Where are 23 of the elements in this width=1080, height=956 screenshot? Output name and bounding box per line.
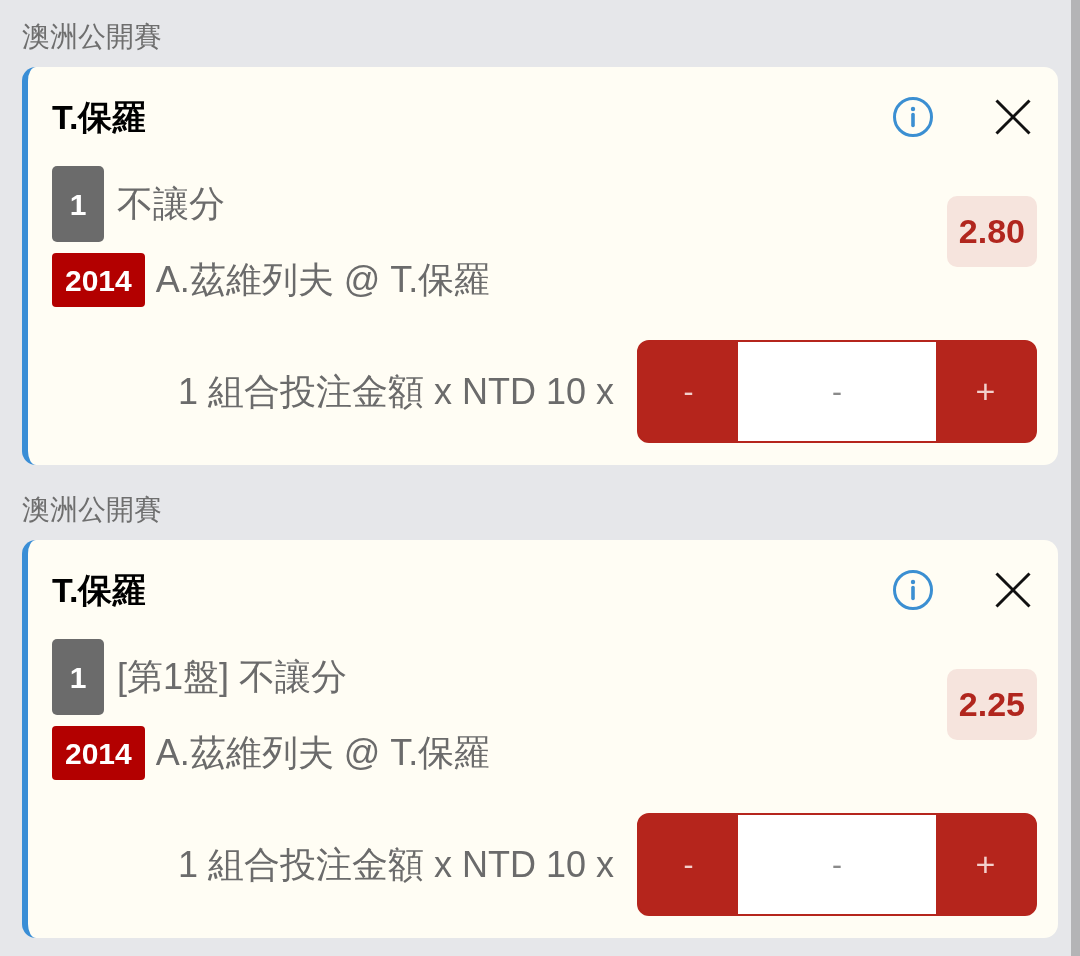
market-name: [第1盤] 不讓分	[117, 655, 348, 699]
match-name: A.茲維列夫 @ T.保羅	[155, 258, 491, 302]
market-name: 不讓分	[117, 182, 225, 226]
info-icon[interactable]	[893, 97, 933, 137]
selection-title: T.保羅	[52, 97, 148, 137]
odds-value: 2.25	[946, 669, 1037, 740]
scrollbar[interactable]	[1071, 0, 1080, 956]
stake-label: 1 組合投注金額 x NTD 10 x	[177, 842, 614, 887]
close-icon[interactable]	[995, 572, 1031, 608]
stake-label: 1 組合投注金額 x NTD 10 x	[177, 369, 614, 414]
leg-number-badge: 1	[52, 639, 104, 715]
tournament-label: 澳洲公開賽	[22, 22, 163, 52]
leg-number-badge: 1	[52, 166, 104, 242]
stake-amount-field[interactable]: -	[738, 342, 936, 441]
info-icon[interactable]	[893, 570, 933, 610]
close-icon[interactable]	[995, 99, 1031, 135]
event-code-badge: 2014	[52, 253, 145, 307]
odds-value: 2.80	[946, 196, 1037, 267]
match-name: A.茲維列夫 @ T.保羅	[155, 731, 491, 775]
selection-title: T.保羅	[52, 570, 148, 610]
stake-amount-field[interactable]: -	[738, 815, 936, 914]
tournament-label: 澳洲公開賽	[22, 495, 163, 525]
event-code-badge: 2014	[52, 726, 145, 780]
